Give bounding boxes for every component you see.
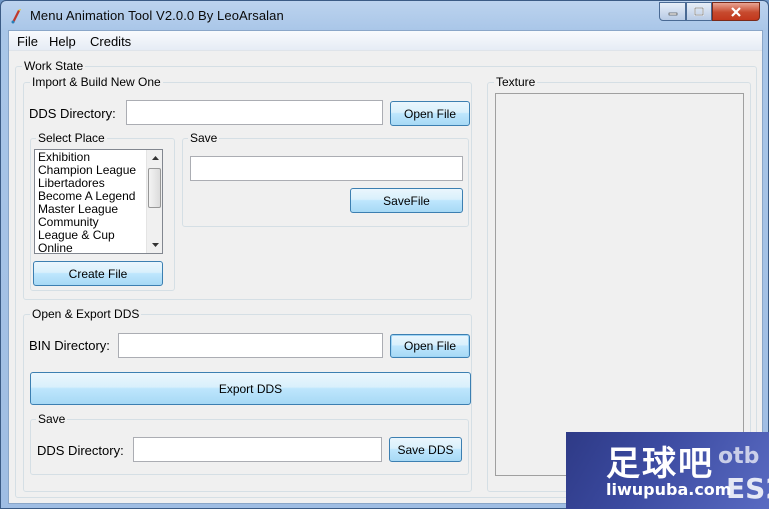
texture-label: Texture <box>494 75 538 89</box>
window-title: Menu Animation Tool V2.0.0 By LeoArsalan <box>30 8 284 23</box>
watermark-side-text: otb <box>718 444 760 469</box>
close-button[interactable] <box>712 2 760 21</box>
list-item[interactable]: Online <box>38 242 73 254</box>
import-build-group: Import & Build New One DDS Directory: Op… <box>23 75 472 300</box>
save-path-input[interactable] <box>190 156 463 181</box>
save-dds-button[interactable]: Save DDS <box>389 437 462 462</box>
export-dds-directory-label: DDS Directory: <box>37 443 124 458</box>
select-place-group: Select Place Exhibition Champion League … <box>30 131 175 291</box>
export-save-group: Save DDS Directory: Save DDS <box>30 412 469 475</box>
watermark-site-text: liwupuba.com <box>606 480 732 499</box>
maximize-button[interactable] <box>686 2 712 21</box>
minimize-icon <box>660 3 685 20</box>
menu-bar: File Help Credits <box>9 31 762 51</box>
export-dds-button[interactable]: Export DDS <box>30 372 471 405</box>
bin-directory-input[interactable] <box>118 333 383 358</box>
import-save-label: Save <box>188 131 220 145</box>
open-export-group: Open & Export DDS BIN Directory: Open Fi… <box>23 307 472 492</box>
save-file-button[interactable]: SaveFile <box>350 188 463 213</box>
watermark-main-text: 足球吧 <box>606 444 714 484</box>
maximize-icon <box>687 3 711 20</box>
watermark-logo: 足球吧 liwupuba.com otb ES20 <box>566 432 769 509</box>
bin-directory-label: BIN Directory: <box>29 338 110 353</box>
export-save-label: Save <box>36 412 68 426</box>
dds-directory-input[interactable] <box>126 100 383 125</box>
title-bar[interactable]: Menu Animation Tool V2.0.0 By LeoArsalan <box>1 1 768 30</box>
menu-file[interactable]: File <box>17 34 38 49</box>
menu-help[interactable]: Help <box>49 34 76 49</box>
list-scrollbar[interactable] <box>146 150 162 253</box>
scroll-thumb[interactable] <box>148 168 161 208</box>
dds-directory-label: DDS Directory: <box>29 106 116 121</box>
place-listbox[interactable]: Exhibition Champion League Libertadores … <box>34 149 163 254</box>
create-file-button[interactable]: Create File <box>33 261 163 286</box>
close-icon <box>713 3 759 20</box>
export-dds-directory-input[interactable] <box>133 437 382 462</box>
export-open-file-button[interactable]: Open File <box>390 334 470 358</box>
texture-group: Texture <box>487 75 751 492</box>
scroll-up-icon[interactable] <box>147 150 162 166</box>
minimize-button[interactable] <box>659 2 686 21</box>
work-state-label: Work State <box>22 59 86 73</box>
open-export-label: Open & Export DDS <box>30 307 142 321</box>
import-open-file-button[interactable]: Open File <box>390 101 470 126</box>
texture-preview <box>495 93 744 476</box>
app-icon <box>9 8 23 24</box>
import-save-group: Save SaveFile <box>182 131 469 227</box>
menu-credits[interactable]: Credits <box>90 34 131 49</box>
select-place-label: Select Place <box>36 131 107 145</box>
watermark-side-text-2: ES20 <box>726 472 769 505</box>
import-build-label: Import & Build New One <box>30 75 163 89</box>
scroll-down-icon[interactable] <box>147 237 162 253</box>
